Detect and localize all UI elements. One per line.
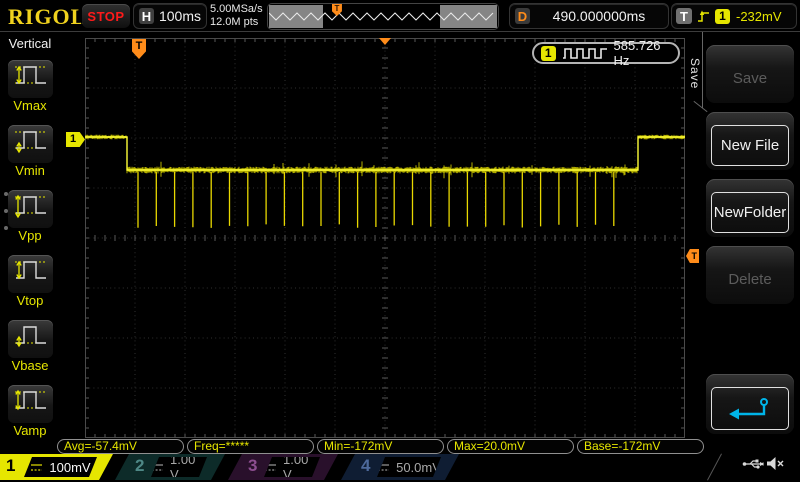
- dc-coupling-icon: [377, 463, 390, 472]
- top-status-bar: RIGOL STOP H 100ms 5.00MSa/s 12.0M pts T…: [0, 0, 800, 32]
- usb-icon: [742, 458, 765, 470]
- vmin-button[interactable]: [8, 125, 53, 163]
- freq-source-chip: 1: [541, 45, 556, 61]
- channel1-number: 1: [6, 456, 16, 475]
- dc-coupling-icon: [151, 463, 164, 472]
- softkey-delete-label: Delete: [728, 271, 772, 288]
- softkey-new-folder-label: NewFolder: [711, 192, 789, 233]
- waveform-display: [85, 38, 685, 438]
- speaker-muted-icon: [766, 456, 785, 471]
- trigger-box: T 1 -232mV: [672, 4, 796, 28]
- left-menu-title: Vertical: [8, 36, 52, 51]
- menu-tab-title: Save: [688, 58, 702, 90]
- rising-edge-icon: [697, 8, 710, 24]
- vbase-icon: [12, 322, 49, 356]
- trigger-source-chip: 1: [715, 8, 730, 24]
- rigol-logo: RIGOL: [8, 4, 87, 29]
- vamp-icon: [12, 387, 49, 421]
- scroll-dot: [4, 226, 8, 230]
- vpp-button[interactable]: [8, 190, 53, 228]
- timebase-value: 100ms: [158, 8, 202, 24]
- channel2-status[interactable]: 2 1.00 V: [115, 454, 225, 480]
- softkey-new-folder[interactable]: NewFolder: [706, 179, 794, 237]
- channel4-number: 4: [361, 456, 371, 475]
- softkey-return[interactable]: [706, 374, 794, 434]
- channel1-value-box: 100mV: [24, 457, 97, 477]
- delay-center-marker-icon: [379, 38, 391, 45]
- horizontal-timebase-box: H 100ms: [134, 4, 206, 28]
- vtop-icon: [12, 257, 49, 291]
- square-wave-icon: [562, 46, 608, 60]
- channel4-value-box: 50.0mV: [377, 457, 441, 477]
- measurement-base: Base=-172mV: [577, 439, 704, 454]
- measurement-avg: Avg=-57.4mV: [57, 439, 184, 454]
- horizontal-label: H: [139, 8, 154, 24]
- channel4-scale: 50.0mV: [396, 459, 441, 475]
- delay-label: D: [515, 8, 530, 24]
- channel2-scale: 1.00 V: [170, 452, 196, 482]
- dc-coupling-icon: [30, 463, 43, 472]
- frequency-value: 585.726 Hz: [613, 38, 661, 68]
- vbase-label: Vbase: [11, 358, 49, 373]
- vtop-button[interactable]: [8, 255, 53, 293]
- measurement-freq: Freq=*****: [187, 439, 314, 454]
- vpp-label: Vpp: [18, 228, 42, 243]
- softkey-save-label: Save: [732, 70, 768, 87]
- channel-status-bar: 1 100mV 2 1.00 V 3 1.00 V 4 50.0mV: [0, 454, 800, 480]
- vbase-button[interactable]: [8, 320, 53, 358]
- delay-box: D 490.000000ms: [510, 4, 668, 28]
- vmax-label: Vmax: [13, 98, 47, 113]
- channel2-value-box: 1.00 V: [151, 457, 207, 477]
- run-stop-button[interactable]: STOP: [82, 4, 130, 28]
- vmin-icon: [12, 127, 49, 161]
- channel1-status[interactable]: 1 100mV: [0, 454, 113, 480]
- measurement-min: Min=-172mV: [317, 439, 444, 454]
- left-measure-menu: Vertical Vmax Vmin Vpp Vtop Vbase Vamp: [0, 32, 60, 448]
- return-arrow-icon: [727, 396, 773, 422]
- vamp-label: Vamp: [13, 423, 47, 438]
- sample-rate: 5.00MSa/s: [210, 3, 263, 15]
- channel3-scale: 1.00 V: [283, 452, 309, 482]
- softkey-new-file-label: New File: [711, 125, 789, 166]
- channel1-level-marker[interactable]: 1: [66, 132, 85, 147]
- dc-coupling-icon: [264, 463, 277, 472]
- vmin-label: Vmin: [15, 163, 45, 178]
- vmax-button[interactable]: [8, 60, 53, 98]
- softkey-delete[interactable]: Delete: [706, 246, 794, 304]
- channel2-number: 2: [135, 456, 145, 475]
- return-arrow-icon-box: [711, 387, 789, 430]
- memory-depth: 12.0M pts: [210, 16, 259, 28]
- scroll-dot: [4, 209, 8, 213]
- vtop-label: Vtop: [16, 293, 44, 308]
- waveform-preview-bar[interactable]: T: [268, 4, 498, 29]
- softkey-save[interactable]: Save: [706, 45, 794, 103]
- delay-value: 490.000000ms: [552, 8, 646, 24]
- acquisition-info: 5.00MSa/s 12.0M pts: [210, 3, 263, 29]
- channel3-number: 3: [248, 456, 258, 475]
- scroll-dot: [4, 192, 8, 196]
- trigger-level-marker[interactable]: T: [686, 249, 699, 263]
- vamp-button[interactable]: [8, 385, 53, 423]
- softkey-new-file[interactable]: New File: [706, 112, 794, 170]
- channel3-status[interactable]: 3 1.00 V: [228, 454, 338, 480]
- channel1-scale: 100mV: [49, 459, 91, 475]
- trigger-level-value: -232mV: [736, 8, 782, 24]
- vmax-icon: [12, 62, 49, 96]
- preview-wave: [269, 12, 494, 21]
- menu-tab-notch: [693, 100, 708, 113]
- measurement-max: Max=20.0mV: [447, 439, 574, 454]
- channel4-status[interactable]: 4 50.0mV: [341, 454, 459, 480]
- menu-tab-line: [702, 32, 703, 108]
- trigger-label: T: [676, 8, 692, 24]
- frequency-counter-badge: 1 585.726 Hz: [532, 38, 680, 68]
- vpp-icon: [12, 192, 49, 226]
- channel3-value-box: 1.00 V: [264, 457, 320, 477]
